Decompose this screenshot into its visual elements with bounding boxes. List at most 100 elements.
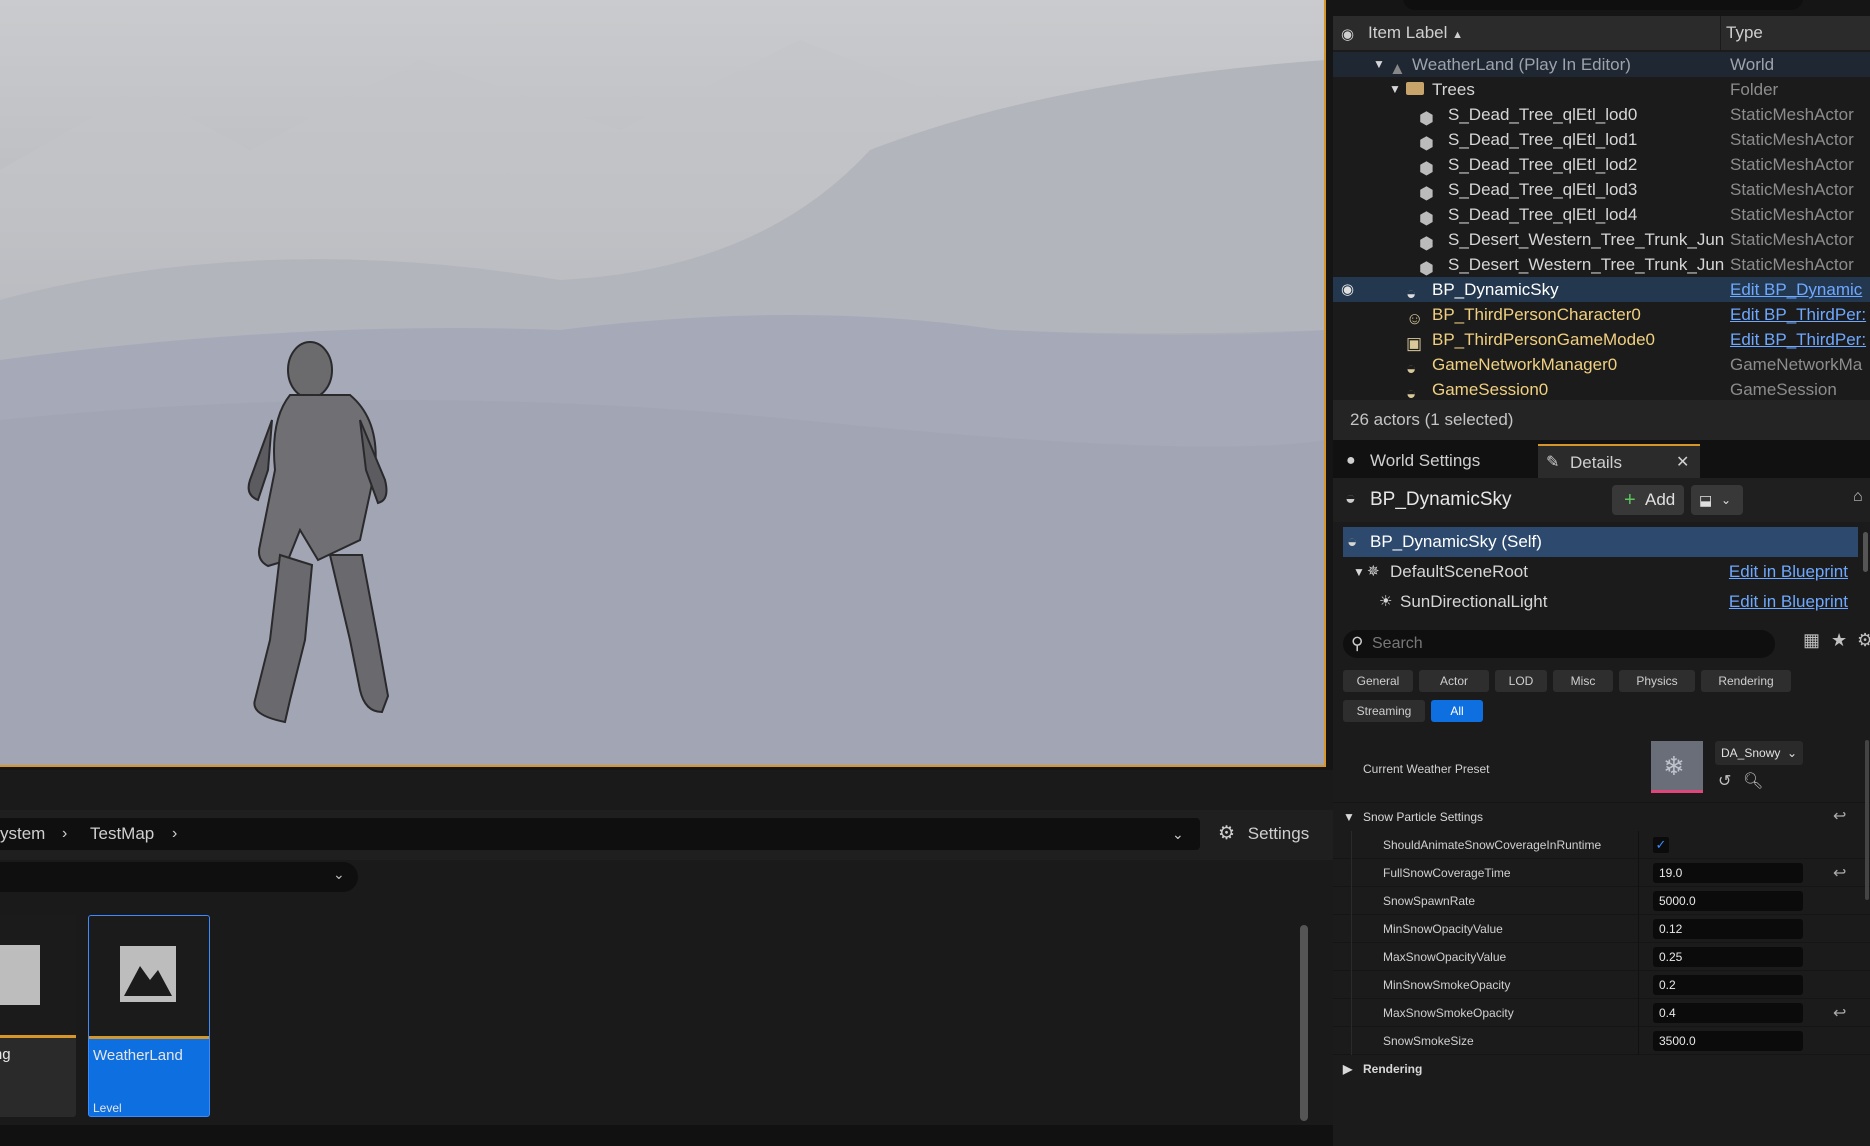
row-type: World: [1730, 55, 1775, 74]
row-label: GameSession0: [1432, 380, 1549, 399]
edit-in-blueprint-link[interactable]: Edit in Blueprint: [1729, 557, 1848, 587]
blueprint-options-button[interactable]: ⬓ ⌄: [1691, 485, 1743, 515]
asset-type: Level: [93, 1101, 122, 1115]
static-mesh-icon: ⬢: [1419, 234, 1434, 253]
component-self[interactable]: ◒ BP_DynamicSky (Self): [1343, 527, 1858, 557]
filter-dropdown[interactable]: ⌄: [0, 862, 358, 892]
outliner-row-actor[interactable]: ◒ GameNetworkManager0 GameNetworkMa: [1333, 352, 1870, 378]
property-value-field[interactable]: 0.12: [1653, 919, 1803, 939]
breadcrumb-item[interactable]: ystem: [0, 818, 45, 850]
property-value-field[interactable]: 0.4: [1653, 1003, 1803, 1023]
asset-tile-selected[interactable]: WeatherLand Level: [88, 915, 210, 1117]
weather-preset-label: Current Weather Preset: [1363, 762, 1490, 776]
section-rendering[interactable]: ▶ Rendering: [1333, 1055, 1870, 1083]
visibility-eye-icon[interactable]: ◉: [1341, 277, 1354, 302]
column-item-label[interactable]: Item Label ▲: [1368, 16, 1463, 52]
outliner-row-actor[interactable]: ⬢ S_Dead_Tree_qlEtl_lod0 StaticMeshActor: [1333, 102, 1870, 128]
property-value-field[interactable]: 5000.0: [1653, 891, 1803, 911]
property-value-field[interactable]: 0.25: [1653, 947, 1803, 967]
property-value-field[interactable]: 3500.0: [1653, 1031, 1803, 1051]
component-default-scene-root[interactable]: ▼ ✵ DefaultSceneRoot Edit in Blueprint: [1343, 557, 1858, 587]
browse-asset-icon[interactable]: 🔍︎: [1743, 771, 1763, 791]
filter-chip-physics[interactable]: Physics: [1619, 670, 1695, 692]
outliner-row-actor[interactable]: ▣ BP_ThirdPersonGameMode0 Edit BP_ThirdP…: [1333, 327, 1870, 353]
tab-details[interactable]: ✎ Details ✕: [1538, 444, 1700, 478]
edit-in-blueprint-link[interactable]: Edit in Blueprint: [1729, 587, 1848, 617]
breadcrumb-item[interactable]: TestMap: [90, 818, 154, 850]
asset-tile[interactable]: Lighting ap: [0, 915, 76, 1117]
close-icon[interactable]: ✕: [1676, 446, 1689, 480]
filter-chip-streaming[interactable]: Streaming: [1343, 700, 1425, 722]
component-tree-scrollbar[interactable]: [1863, 532, 1868, 572]
filter-chip-all[interactable]: All: [1431, 700, 1483, 722]
column-separator[interactable]: [1720, 16, 1721, 50]
reset-icon[interactable]: ↩: [1833, 803, 1846, 831]
outliner-row-actor[interactable]: ⬢ S_Desert_Western_Tree_Trunk_Jun Static…: [1333, 252, 1870, 278]
asset-grid-scrollbar[interactable]: [1300, 925, 1308, 1121]
asset-grid: Lighting ap WeatherLand Level: [0, 895, 1320, 1125]
outliner-row-selected[interactable]: ◉ ◒ BP_DynamicSky Edit BP_Dynamic: [1333, 277, 1870, 303]
filter-chip-actor[interactable]: Actor: [1419, 670, 1489, 692]
chevron-right-icon[interactable]: ›: [172, 818, 177, 850]
row-label: S_Desert_Western_Tree_Trunk_Jun: [1448, 255, 1725, 274]
actor-icon: ◒: [1406, 384, 1417, 400]
use-selected-icon[interactable]: ↺: [1718, 771, 1731, 791]
column-type[interactable]: Type: [1726, 16, 1763, 50]
table-view-icon[interactable]: ▦: [1803, 630, 1820, 651]
preset-thumbnail[interactable]: ❄: [1651, 741, 1703, 793]
filter-chip-rendering[interactable]: Rendering: [1701, 670, 1791, 692]
settings-button[interactable]: ⚙ Settings: [1218, 818, 1309, 850]
static-mesh-icon: ⬢: [1419, 259, 1434, 278]
gear-icon[interactable]: ⚙: [1857, 630, 1870, 651]
filter-chip-lod[interactable]: LOD: [1495, 670, 1547, 692]
preset-value: DA_Snowy: [1721, 746, 1781, 760]
visibility-eye-icon[interactable]: ◉: [1341, 25, 1354, 43]
property-name: ShouldAnimateSnowCoverageInRuntime: [1383, 838, 1602, 852]
edit-blueprint-link[interactable]: Edit BP_Dynamic: [1730, 277, 1870, 302]
component-label: BP_DynamicSky (Self): [1370, 532, 1542, 551]
outliner-row-folder[interactable]: ▼ Trees Folder: [1333, 77, 1870, 102]
filter-chip-general[interactable]: General: [1343, 670, 1413, 692]
tab-world-settings[interactable]: ● World Settings: [1338, 444, 1503, 478]
chevron-right-icon[interactable]: ›: [62, 818, 67, 850]
filter-chip-misc[interactable]: Misc: [1553, 670, 1613, 692]
edit-blueprint-link[interactable]: Edit BP_ThirdPer:: [1730, 327, 1870, 352]
outliner-row-actor[interactable]: ⬢ S_Dead_Tree_qlEtl_lod3 StaticMeshActor: [1333, 177, 1870, 203]
details-scrollbar[interactable]: [1865, 740, 1869, 900]
sort-ascending-icon: ▲: [1452, 29, 1464, 41]
reset-icon[interactable]: ↩: [1833, 863, 1846, 883]
tab-label: World Settings: [1370, 451, 1481, 470]
outliner-search-input[interactable]: [1403, 0, 1803, 10]
section-snow-particle-settings[interactable]: ▼ Snow Particle Settings ↩: [1333, 803, 1870, 831]
chevron-down-icon[interactable]: ⌄: [1172, 818, 1184, 850]
add-component-button[interactable]: + Add: [1612, 485, 1684, 515]
outliner-row-actor[interactable]: ◒ GameSession0 GameSession: [1333, 377, 1870, 400]
collapse-arrow-icon[interactable]: ▼: [1353, 557, 1365, 587]
outliner-row-world[interactable]: ▼ ▲ WeatherLand (Play In Editor) World: [1333, 52, 1870, 78]
chevron-down-icon: ⌄: [1787, 746, 1798, 760]
preset-dropdown[interactable]: DA_Snowy ⌄: [1715, 741, 1803, 765]
edit-blueprint-link[interactable]: Edit BP_ThirdPer:: [1730, 302, 1870, 327]
outliner-row-actor[interactable]: ⬢ S_Dead_Tree_qlEtl_lod4 StaticMeshActor: [1333, 202, 1870, 228]
static-mesh-icon: ⬢: [1419, 159, 1434, 178]
collapse-arrow-icon[interactable]: ▼: [1389, 77, 1401, 102]
outliner-row-actor[interactable]: ☺ BP_ThirdPersonCharacter0 Edit BP_Third…: [1333, 302, 1870, 328]
light-icon: ☀: [1379, 593, 1393, 610]
level-viewport[interactable]: [0, 0, 1326, 767]
property-name: SnowSmokeSize: [1383, 1034, 1474, 1048]
property-value-field[interactable]: 19.0: [1653, 863, 1803, 883]
lock-icon[interactable]: ⌂: [1853, 488, 1863, 506]
row-type: StaticMeshActor: [1730, 180, 1854, 199]
property-value-field[interactable]: 0.2: [1653, 975, 1803, 995]
outliner-row-actor[interactable]: ⬢ S_Dead_Tree_qlEtl_lod1 StaticMeshActor: [1333, 127, 1870, 153]
star-icon[interactable]: ★: [1831, 630, 1847, 651]
details-search-input[interactable]: ⚲ Search: [1343, 630, 1775, 658]
component-sun-directional-light[interactable]: ☀ SunDirectionalLight Edit in Blueprint: [1343, 587, 1858, 617]
collapse-arrow-icon[interactable]: ▼: [1373, 52, 1385, 77]
outliner-footer: 26 actors (1 selected): [1333, 400, 1870, 440]
component-label: SunDirectionalLight: [1400, 592, 1548, 611]
outliner-row-actor[interactable]: ⬢ S_Dead_Tree_qlEtl_lod2 StaticMeshActor: [1333, 152, 1870, 178]
outliner-row-actor[interactable]: ⬢ S_Desert_Western_Tree_Trunk_Jun Static…: [1333, 227, 1870, 253]
property-checkbox[interactable]: ✓: [1653, 837, 1669, 853]
reset-icon[interactable]: ↩: [1833, 1003, 1846, 1023]
